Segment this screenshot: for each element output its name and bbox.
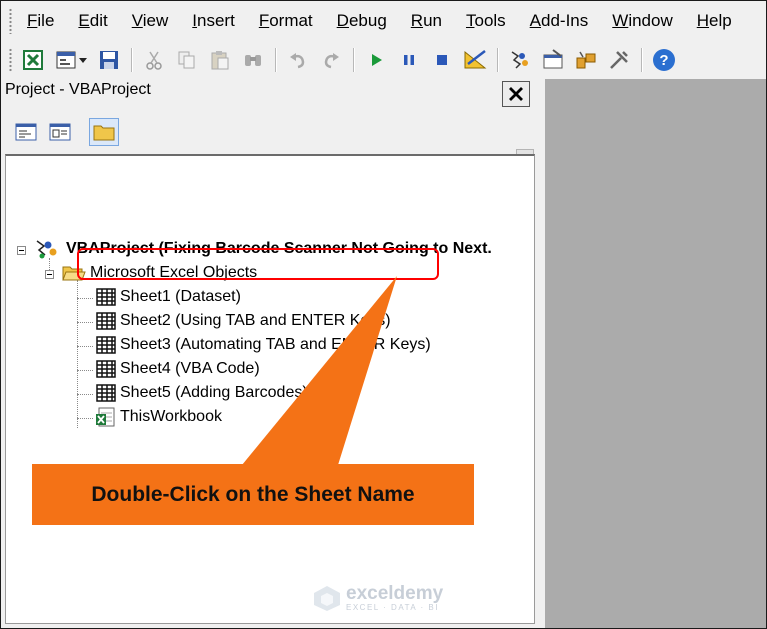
- vbaproject-icon: [36, 240, 57, 259]
- tree-connector: [77, 346, 93, 348]
- tree-item-label: ThisWorkbook: [120, 408, 222, 425]
- tree-item-sheet2[interactable]: Sheet2 (Using TAB and ENTER Keys): [96, 310, 391, 332]
- tree-item-sheet3[interactable]: Sheet3 (Automating TAB and ENTER Keys): [96, 334, 431, 356]
- insert-userform-icon[interactable]: [53, 47, 79, 73]
- redo-icon[interactable]: [318, 47, 344, 73]
- toolbar-separator: [275, 48, 277, 72]
- toolbox-icon[interactable]: [606, 47, 632, 73]
- paste-icon[interactable]: [207, 47, 233, 73]
- tree-item-sheet4[interactable]: Sheet4 (VBA Code): [96, 358, 260, 380]
- toolbar-separator: [131, 48, 133, 72]
- tree-item-label: Sheet4 (VBA Code): [120, 360, 260, 377]
- view-code-icon: [15, 123, 37, 141]
- menu-insert[interactable]: Insert: [190, 9, 237, 33]
- tree-connector: [77, 418, 93, 420]
- undo-icon[interactable]: [285, 47, 311, 73]
- tree-item-label: Sheet1 (Dataset): [120, 288, 241, 305]
- tree-connector: [77, 370, 93, 372]
- toolbar-separator: [641, 48, 643, 72]
- callout-box: Double-Click on the Sheet Name: [32, 464, 474, 525]
- toolbar-separator: [497, 48, 499, 72]
- cut-icon[interactable]: [141, 47, 167, 73]
- menu-add-ins[interactable]: Add-Ins: [528, 9, 591, 33]
- view-object-icon: [49, 123, 71, 141]
- collapse-folder-toggle[interactable]: [45, 270, 54, 279]
- tree-connector: [77, 394, 93, 396]
- project-explorer-icon[interactable]: [507, 47, 533, 73]
- close-pane-button[interactable]: [502, 81, 530, 107]
- worksheet-icon: [96, 384, 116, 402]
- tree-item-sheet1[interactable]: Sheet1 (Dataset): [96, 286, 241, 308]
- menu-window[interactable]: Window: [610, 9, 674, 33]
- menu-edit[interactable]: Edit: [76, 9, 109, 33]
- menu-run[interactable]: Run: [409, 9, 444, 33]
- code-workspace-area[interactable]: [539, 79, 766, 628]
- object-browser-icon[interactable]: [573, 47, 599, 73]
- menu-format[interactable]: Format: [257, 9, 315, 33]
- project-pane-toolbar: [1, 113, 539, 185]
- close-icon: [509, 87, 523, 101]
- view-object-button[interactable]: [49, 121, 71, 143]
- menu-help[interactable]: Help: [695, 9, 734, 33]
- tree-item-thisworkbook[interactable]: ThisWorkbook: [96, 406, 222, 428]
- copy-icon[interactable]: [174, 47, 200, 73]
- worksheet-icon: [96, 360, 116, 378]
- exceldemy-logo-icon: [314, 586, 340, 611]
- menu-debug[interactable]: Debug: [335, 9, 389, 33]
- worksheet-icon: [96, 336, 116, 354]
- toolbar-separator: [353, 48, 355, 72]
- reset-icon[interactable]: [429, 47, 455, 73]
- standard-toolbar: ?: [1, 41, 766, 79]
- folder-icon: [93, 125, 115, 141]
- worksheet-icon: [96, 288, 116, 306]
- tree-item-label: Sheet3 (Automating TAB and ENTER Keys): [120, 336, 431, 353]
- insert-dropdown-arrow[interactable]: [79, 57, 87, 63]
- tree-item-label: Sheet5 (Adding Barcodes): [120, 384, 308, 401]
- workbook-icon: [96, 407, 115, 427]
- help-icon[interactable]: ?: [651, 47, 677, 73]
- vbe-window: File Edit View Insert Format Debug Run T…: [0, 0, 767, 629]
- toggle-folders-button[interactable]: [89, 118, 119, 146]
- menubar-grip[interactable]: [9, 8, 12, 34]
- svg-text:?: ?: [659, 52, 668, 69]
- design-mode-icon[interactable]: [462, 47, 488, 73]
- properties-icon[interactable]: [540, 47, 566, 73]
- callout-text: Double-Click on the Sheet Name: [91, 482, 415, 506]
- break-icon[interactable]: [396, 47, 422, 73]
- menu-file[interactable]: File: [25, 9, 56, 33]
- project-tree: VBAProject (Fixing Barcode Scanner Not G…: [5, 154, 535, 624]
- menu-view[interactable]: View: [130, 9, 171, 33]
- collapse-root-toggle[interactable]: [17, 246, 26, 255]
- watermark-tagline: EXCEL · DATA · BI: [346, 602, 439, 612]
- project-explorer-pane: Project - VBAProject VBAProject (Fixing …: [1, 79, 539, 628]
- save-icon[interactable]: [96, 47, 122, 73]
- sheet3-highlight-box: [77, 248, 439, 280]
- exceldemy-watermark: exceldemy EXCEL · DATA · BI: [312, 584, 443, 612]
- worksheet-icon: [96, 312, 116, 330]
- run-icon[interactable]: [363, 47, 389, 73]
- menu-tools[interactable]: Tools: [464, 9, 508, 33]
- tree-connector: [77, 298, 93, 300]
- tree-connector: [77, 280, 79, 428]
- tree-item-label: Sheet2 (Using TAB and ENTER Keys): [120, 312, 391, 329]
- tree-connector: [77, 322, 93, 324]
- tree-item-sheet5[interactable]: Sheet5 (Adding Barcodes): [96, 382, 308, 404]
- pane-title: Project - VBAProject: [5, 81, 151, 98]
- find-icon[interactable]: [240, 47, 266, 73]
- view-code-button[interactable]: [15, 121, 37, 143]
- toolbar-grip[interactable]: [9, 48, 12, 72]
- menu-bar: File Edit View Insert Format Debug Run T…: [1, 1, 766, 41]
- excel-icon[interactable]: [20, 47, 46, 73]
- watermark-brand: exceldemy: [346, 582, 444, 604]
